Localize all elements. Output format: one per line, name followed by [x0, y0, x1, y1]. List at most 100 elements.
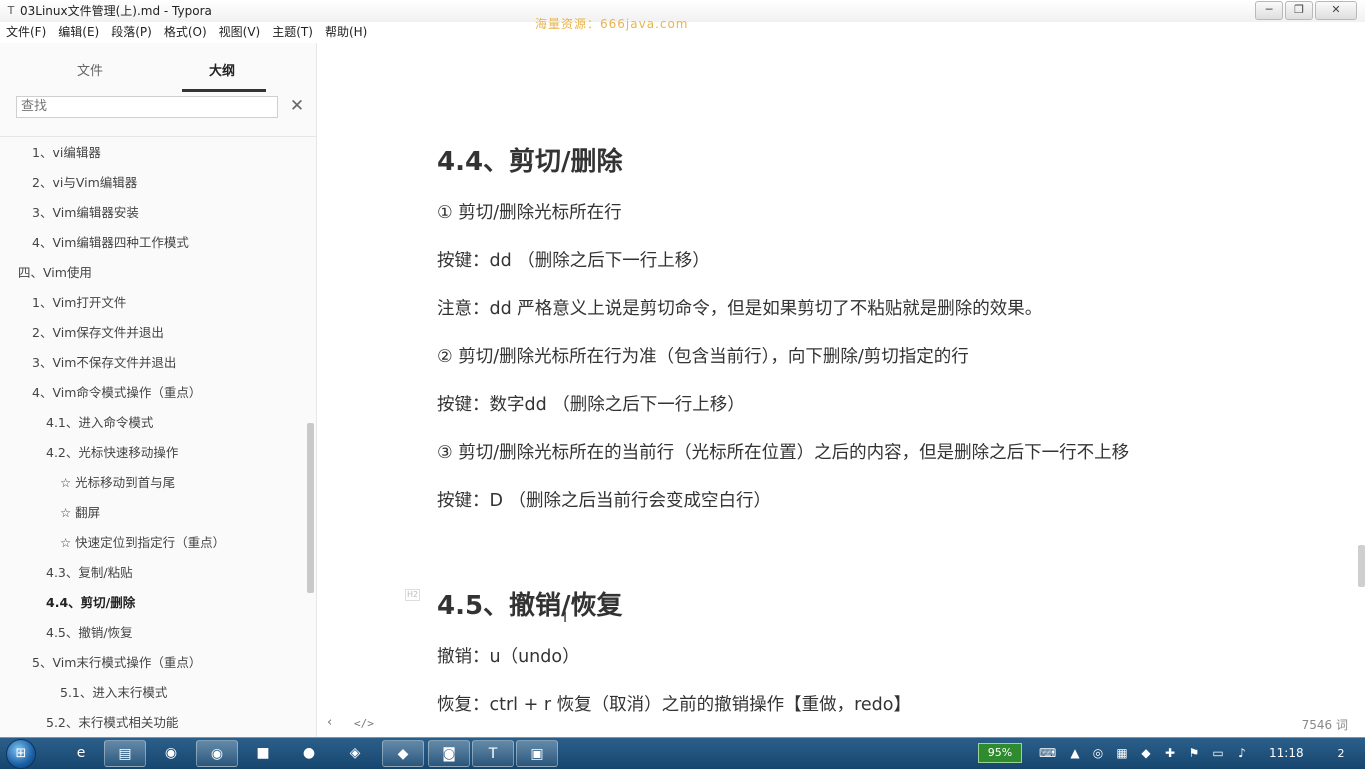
menu-paragraph[interactable]: 段落(P)	[105, 22, 158, 43]
restore-icon: ❐	[1294, 3, 1304, 16]
paragraph: 撤销：u（undo）	[437, 647, 580, 667]
outline-item[interactable]: 4.2、光标快速移动操作	[0, 438, 305, 468]
paragraph: 注意：dd 严格意义上说是剪切命令，但是如果剪切了不粘贴就是删除的效果。	[437, 299, 1043, 319]
outline-item[interactable]: ☆ 光标移动到首与尾	[0, 468, 305, 498]
toggle-sidebar-button[interactable]: ‹	[327, 715, 332, 730]
battery-indicator[interactable]: 95%	[978, 743, 1022, 763]
ie-icon: e	[76, 745, 86, 761]
menu-format[interactable]: 格式(O)	[158, 22, 213, 43]
folder-icon: ▤	[118, 746, 132, 762]
outline-item[interactable]: 4.3、复制/粘贴	[0, 558, 305, 588]
menu-help[interactable]: 帮助(H)	[319, 22, 373, 43]
app-tray-icon[interactable]: ▦	[1114, 745, 1130, 761]
notification-badge[interactable]: 2	[1330, 745, 1352, 763]
sidebar-scrollbar[interactable]	[307, 423, 314, 593]
outline-item[interactable]: 1、vi编辑器	[0, 138, 305, 168]
volume-tray-icon[interactable]: ♪	[1234, 745, 1250, 761]
keyboard-tray-icon[interactable]: ⌨	[1039, 745, 1056, 761]
outline-list: 1、vi编辑器 2、vi与Vim编辑器 3、Vim编辑器安装 4、Vim编辑器四…	[0, 138, 305, 738]
paragraph: ③ 剪切/删除光标所在的当前行（光标所在位置）之后的内容，但是删除之后下一行不上…	[437, 443, 1130, 463]
heading-undo-redo: 4.5、撤销/恢复	[437, 591, 623, 621]
app-icon: ◙	[442, 746, 456, 762]
app-tray-icon[interactable]: ✚	[1162, 745, 1178, 761]
text-cursor-icon: I	[563, 610, 568, 626]
heading-level-tag: H2	[405, 589, 421, 601]
outline-item[interactable]: 4.5、撤销/恢复	[0, 618, 305, 648]
outline-item[interactable]: 3、Vim不保存文件并退出	[0, 348, 305, 378]
window-title: 03Linux文件管理(上).md - Typora	[20, 4, 212, 18]
tab-files[interactable]: 文件	[77, 60, 103, 79]
app-icon: ■	[256, 745, 270, 761]
chrome-icon: ◉	[164, 745, 178, 761]
chrome-taskbar-button[interactable]: ◉	[150, 740, 192, 767]
typora-icon: T	[488, 746, 498, 762]
app-icon: ◈	[349, 745, 361, 761]
app-taskbar-button[interactable]: ■	[242, 740, 284, 767]
paragraph: 按键：dd （删除之后下一行上移）	[437, 251, 710, 271]
chrome-window-taskbar-button[interactable]: ◉	[196, 740, 238, 767]
paragraph: ① 剪切/删除光标所在行	[437, 203, 622, 223]
sidebar-divider	[0, 136, 316, 137]
app-taskbar-button[interactable]: ◈	[334, 740, 376, 767]
ie-taskbar-button[interactable]: e	[60, 740, 102, 767]
outline-item[interactable]: 5.1、进入末行模式	[0, 678, 305, 708]
outline-item[interactable]: 2、Vim保存文件并退出	[0, 318, 305, 348]
outline-item[interactable]: ☆ 快速定位到指定行（重点）	[0, 528, 305, 558]
start-button[interactable]: ⊞	[6, 739, 36, 769]
window-controls: ─ ❐ ✕	[1255, 1, 1357, 20]
outline-item[interactable]: 四、Vim使用	[0, 258, 305, 288]
editor-scrollbar[interactable]	[1358, 545, 1365, 587]
menu-view[interactable]: 视图(V)	[213, 22, 267, 43]
chrome-icon: ◉	[210, 746, 224, 762]
outline-item[interactable]: 5、Vim末行模式操作（重点）	[0, 648, 305, 678]
close-icon: ✕	[1331, 3, 1341, 16]
taskbar: ⊞ e ▤ ◉ ◉ ■ ● ◈ ◆ ◙ T ▣ 95% ⌨ ▲ ◎ ▦ ◆ ✚ …	[0, 737, 1365, 769]
tab-outline[interactable]: 大纲	[209, 60, 235, 79]
outline-item[interactable]: 2、vi与Vim编辑器	[0, 168, 305, 198]
paragraph: ② 剪切/删除光标所在行为准（包含当前行），向下删除/剪切指定的行	[437, 347, 969, 367]
outline-item[interactable]: 4.1、进入命令模式	[0, 408, 305, 438]
editor-footer: ‹ </> 7546 词	[317, 709, 1365, 737]
clock[interactable]: 11:18	[1269, 746, 1304, 760]
app-taskbar-button[interactable]: ◆	[382, 740, 424, 767]
outline-item[interactable]: 1、Vim打开文件	[0, 288, 305, 318]
flag-tray-icon[interactable]: ⚑	[1186, 745, 1202, 761]
firefox-taskbar-button[interactable]: ●	[288, 740, 330, 767]
sidebar-tabs: 文件 大纲	[0, 43, 316, 95]
close-search-icon[interactable]: ✕	[288, 96, 306, 116]
outline-item-active[interactable]: 4.4、剪切/删除	[0, 588, 305, 618]
display-tray-icon[interactable]: ▭	[1210, 745, 1226, 761]
app-taskbar-button[interactable]: ▣	[516, 740, 558, 767]
outline-item[interactable]: ☆ 翻屏	[0, 498, 305, 528]
outline-search-input[interactable]	[16, 96, 278, 118]
source-mode-button[interactable]: </>	[354, 717, 374, 730]
outline-item[interactable]: 5.2、末行模式相关功能	[0, 708, 305, 738]
app-taskbar-button[interactable]: ◙	[428, 740, 470, 767]
app-tray-icon[interactable]: ◆	[1138, 745, 1154, 761]
paragraph: 按键：数字dd （删除之后下一行上移）	[437, 395, 745, 415]
menu-file[interactable]: 文件(F)	[0, 22, 52, 43]
outline-item[interactable]: 4、Vim命令模式操作（重点）	[0, 378, 305, 408]
chevron-up-icon[interactable]: ▲	[1067, 745, 1083, 761]
windows-logo-icon: ⊞	[15, 746, 27, 761]
sidebar: 文件 大纲 ✕ 1、vi编辑器 2、vi与Vim编辑器 3、Vim编辑器安装 4…	[0, 43, 317, 737]
restore-button[interactable]: ❐	[1285, 1, 1313, 20]
close-window-button[interactable]: ✕	[1315, 1, 1357, 20]
typora-app-icon: T	[7, 4, 15, 17]
firefox-icon: ●	[302, 745, 316, 761]
outline-item[interactable]: 3、Vim编辑器安装	[0, 198, 305, 228]
explorer-taskbar-button[interactable]: ▤	[104, 740, 146, 767]
menu-bar: 文件(F) 编辑(E) 段落(P) 格式(O) 视图(V) 主题(T) 帮助(H…	[0, 22, 1365, 43]
app-icon: ◆	[397, 746, 409, 762]
paragraph: 按键：D （删除之后当前行会变成空白行）	[437, 491, 772, 511]
network-tray-icon[interactable]: ◎	[1090, 745, 1106, 761]
minimize-icon: ─	[1265, 3, 1273, 16]
outline-item[interactable]: 4、Vim编辑器四种工作模式	[0, 228, 305, 258]
minimize-button[interactable]: ─	[1255, 1, 1283, 20]
menu-theme[interactable]: 主题(T)	[266, 22, 319, 43]
menu-edit[interactable]: 编辑(E)	[52, 22, 105, 43]
typora-taskbar-button[interactable]: T	[472, 740, 514, 767]
app-icon: ▣	[530, 746, 544, 762]
word-count[interactable]: 7546 词	[1302, 716, 1348, 733]
heading-cut-delete: 4.4、剪切/删除	[437, 147, 623, 177]
